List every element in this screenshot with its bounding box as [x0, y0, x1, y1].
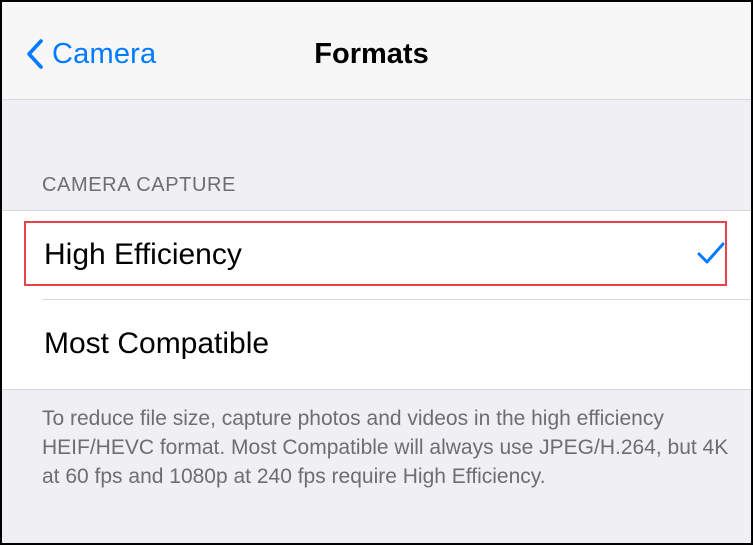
format-options-list: High Efficiency Most Compatible — [2, 210, 751, 390]
section-footer: To reduce file size, capture photos and … — [42, 407, 729, 488]
option-high-efficiency[interactable]: High Efficiency — [2, 211, 751, 300]
option-most-compatible[interactable]: Most Compatible — [2, 300, 751, 388]
option-label: High Efficiency — [44, 238, 242, 271]
section-header: CAMERA CAPTURE — [42, 174, 236, 196]
screen: Camera Formats CAMERA CAPTURE High Effic… — [0, 0, 753, 545]
checkmark-icon — [697, 241, 725, 270]
page-title: Formats — [314, 38, 429, 70]
navigation-bar: Camera Formats — [2, 2, 751, 100]
option-label: Most Compatible — [44, 327, 270, 360]
